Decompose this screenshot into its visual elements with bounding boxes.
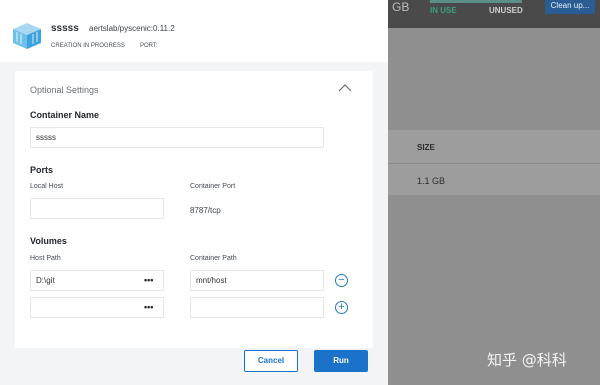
volumes-label: Volumes bbox=[30, 236, 67, 246]
run-button[interactable]: Run bbox=[314, 350, 368, 372]
container-path-input[interactable] bbox=[190, 297, 324, 318]
disk-usage-bar bbox=[430, 0, 522, 3]
container-port-value: 8787/tcp bbox=[190, 206, 221, 215]
port-label: PORT: bbox=[140, 43, 158, 49]
in-use-label: IN USE bbox=[430, 6, 457, 15]
status-text: CREATION IN PROGRESS bbox=[51, 43, 125, 49]
container-path-label: Container Path bbox=[190, 255, 237, 262]
local-host-label: Local Host bbox=[30, 183, 64, 190]
container-port-label: Container Port bbox=[190, 183, 236, 190]
optional-settings-title: Optional Settings bbox=[30, 85, 99, 95]
container-cube-icon bbox=[13, 23, 41, 49]
run-container-panel: sssss aertslab/pyscenic:0.11.2 CREATION … bbox=[0, 0, 388, 385]
browse-button[interactable]: ••• bbox=[144, 275, 153, 285]
panel-header: sssss aertslab/pyscenic:0.11.2 CREATION … bbox=[0, 0, 388, 62]
browse-button[interactable]: ••• bbox=[144, 302, 153, 312]
cancel-button[interactable]: Cancel bbox=[244, 350, 298, 372]
container-path-input[interactable]: mnt/host bbox=[190, 270, 324, 291]
unused-label: UNUSED bbox=[489, 6, 523, 15]
image-name: aertslab/pyscenic:0.11.2 bbox=[89, 24, 175, 33]
local-host-input[interactable] bbox=[30, 198, 164, 219]
table-divider bbox=[388, 163, 600, 164]
size-column-header: SIZE bbox=[417, 143, 435, 152]
add-volume-button[interactable]: + bbox=[335, 301, 348, 314]
ports-label: Ports bbox=[30, 165, 54, 175]
clean-up-button[interactable]: Clean up... bbox=[545, 0, 595, 14]
remove-volume-button[interactable]: − bbox=[335, 274, 348, 287]
container-name-input[interactable]: sssss bbox=[30, 127, 324, 148]
chevron-up-icon[interactable] bbox=[338, 83, 352, 93]
size-value: 1.1 GB bbox=[417, 176, 446, 186]
host-path-label: Host Path bbox=[30, 255, 61, 262]
disk-unit-label: GB bbox=[392, 0, 410, 14]
watermark: 知乎 @科科 bbox=[487, 351, 567, 369]
container-name-label: Container Name bbox=[30, 110, 100, 120]
container-name-title: sssss bbox=[51, 23, 79, 34]
